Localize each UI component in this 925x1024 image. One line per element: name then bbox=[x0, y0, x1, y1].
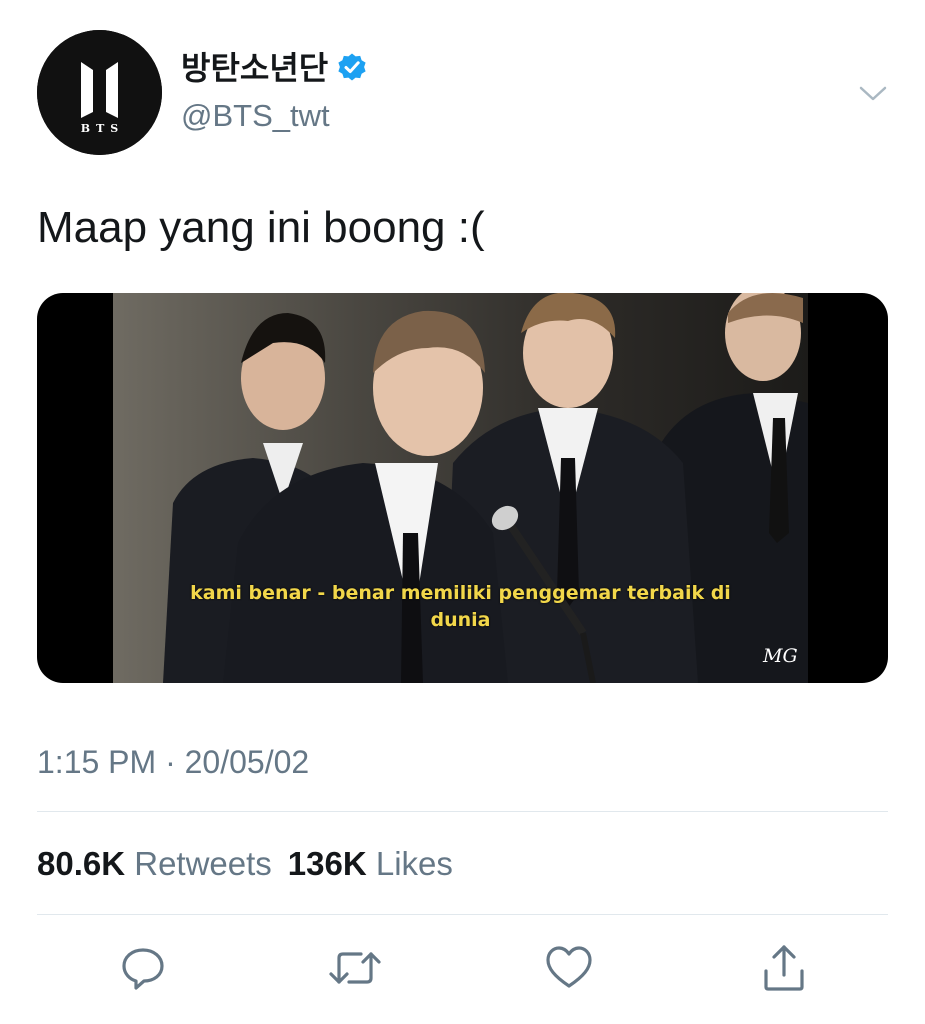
display-name-text[interactable]: 방탄소년단 bbox=[181, 48, 328, 88]
verified-badge-icon bbox=[336, 52, 368, 84]
tweet-action-bar bbox=[0, 940, 925, 1000]
tweet-timestamp[interactable]: 1:15 PM · 20/05/02 bbox=[37, 740, 309, 784]
video-watermark: MG bbox=[763, 645, 798, 667]
share-icon bbox=[764, 945, 804, 991]
user-handle[interactable]: @BTS_twt bbox=[181, 96, 330, 136]
retweets-count: 80.6K bbox=[37, 845, 126, 882]
reply-button[interactable] bbox=[115, 940, 171, 996]
retweet-button[interactable] bbox=[327, 940, 383, 996]
chevron-down-icon[interactable] bbox=[858, 82, 888, 104]
video-subtitle-line-1: kami benar - benar memiliki penggemar te… bbox=[190, 582, 731, 604]
tweet-text: Maap yang ini boong :( bbox=[37, 203, 485, 252]
heart-icon bbox=[546, 946, 592, 988]
video-subtitle-line-2: dunia bbox=[430, 609, 491, 631]
tweet-date[interactable]: 20/05/02 bbox=[185, 744, 310, 780]
likes-count: 136K bbox=[287, 845, 367, 882]
like-button[interactable] bbox=[541, 940, 597, 996]
video-subtitle: kami benar - benar memiliki penggemar te… bbox=[113, 580, 808, 634]
timestamp-separator: · bbox=[165, 744, 176, 780]
divider bbox=[37, 811, 888, 812]
likes-stat[interactable]: 136K Likes bbox=[288, 845, 453, 882]
tweet-stats: 80.6K Retweets 136K Likes bbox=[37, 842, 453, 886]
divider bbox=[37, 914, 888, 915]
bts-logo-icon bbox=[37, 30, 162, 155]
retweets-stat[interactable]: 80.6K Retweets bbox=[37, 845, 272, 882]
share-button[interactable] bbox=[756, 940, 812, 996]
tweet-time[interactable]: 1:15 PM bbox=[37, 744, 156, 780]
tweet-media-video[interactable]: kami benar - benar memiliki penggemar te… bbox=[37, 293, 888, 683]
profile-avatar[interactable]: BTS bbox=[37, 30, 162, 155]
display-name[interactable]: 방탄소년단 bbox=[181, 48, 368, 88]
avatar-logo-text: BTS bbox=[80, 122, 125, 135]
reply-icon bbox=[122, 948, 164, 990]
retweet-icon bbox=[329, 952, 381, 984]
retweets-label: Retweets bbox=[134, 845, 272, 882]
likes-label: Likes bbox=[375, 845, 453, 882]
